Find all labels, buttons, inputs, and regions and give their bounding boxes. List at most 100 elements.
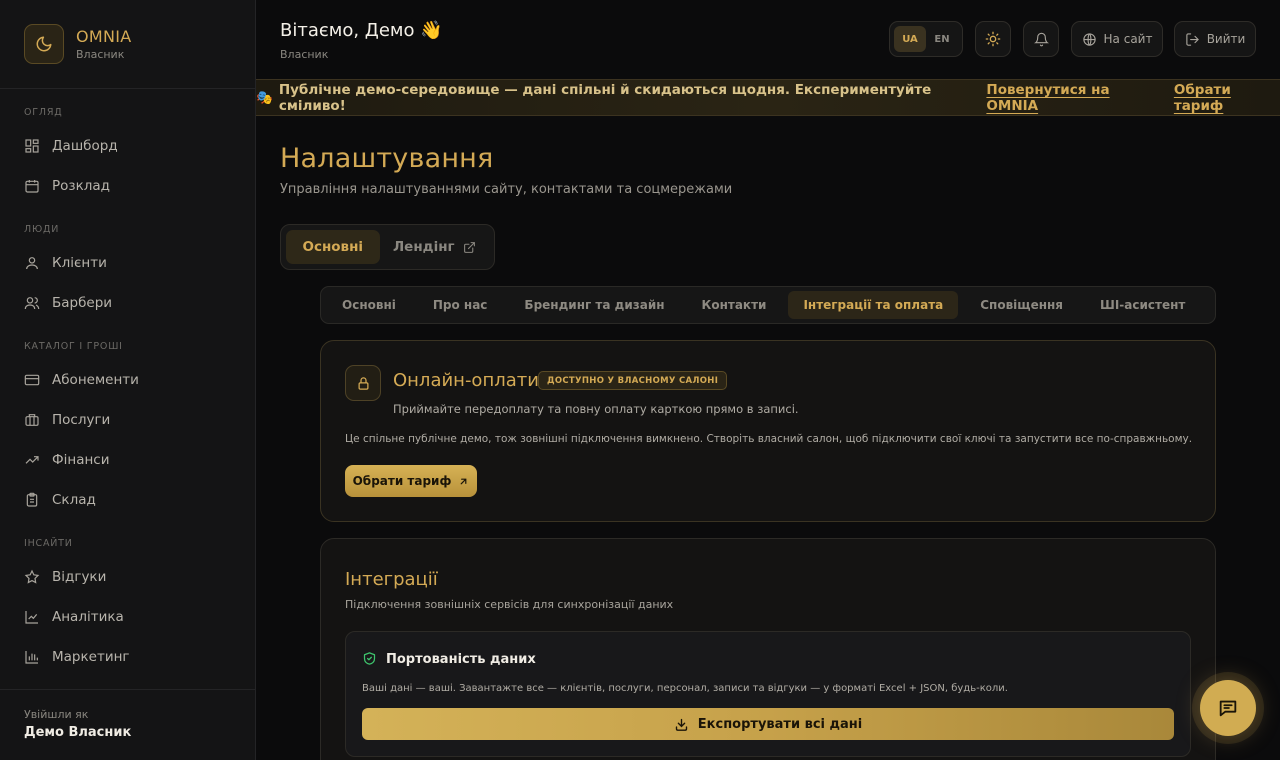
sidebar-item-schedule[interactable]: Розклад [14,168,242,204]
portability-description: Ваші дані — ваші. Завантажте все — клієн… [362,683,1008,694]
back-to-omnia-link[interactable]: Повернутися на OMNIA [986,82,1157,114]
card-description: Підключення зовнішніх сервісів для синхр… [345,598,674,611]
download-icon [675,718,687,731]
choose-plan-link[interactable]: Обрати тариф [1174,82,1280,114]
sidebar-item-subscriptions[interactable]: Абонементи [14,362,242,398]
wave-emoji: 👋 [420,20,443,41]
tab-main[interactable]: Основні [286,230,380,264]
star-icon [24,569,40,584]
theme-toggle-button[interactable] [975,21,1011,57]
bar-chart-icon [25,651,38,664]
online-payments-card: Онлайн-оплати ДОСТУПНО У ВЛАСНОМУ САЛОНІ… [320,340,1216,522]
logout-icon [1186,32,1199,46]
nav-section-overview: ОГЛЯД [24,107,63,118]
subtab-branding[interactable]: Брендинг та дизайн [509,291,679,319]
data-portability-panel: Портованість даних Ваші дані — ваші. Зав… [345,631,1191,757]
greeting: Вітаємо, Демо 👋 [280,20,443,41]
brand[interactable]: OMNIA Власник [0,0,255,89]
sidebar-item-label: Дашборд [52,138,118,154]
language-switch: UA EN [889,21,963,57]
masks-emoji: 🎭 [256,89,273,106]
sidebar-item-finance[interactable]: Фінанси [14,442,242,478]
sidebar-item-clients[interactable]: Клієнти [14,245,242,281]
moon-icon [24,24,64,64]
subtab-general[interactable]: Основні [327,291,411,319]
sidebar-item-label: Абонементи [52,372,139,388]
subtab-integrations[interactable]: Інтеграції та оплата [788,291,959,319]
choose-plan-label: Обрати тариф [352,474,452,488]
user-icon [26,257,38,270]
line-chart-icon [25,611,38,624]
top-header: Вітаємо, Демо 👋 Власник UA EN На сайт Ви… [256,0,1280,79]
nav-section-catalog: КАТАЛОГ І ГРОШІ [24,341,123,352]
brand-name: OMNIA [76,27,132,46]
integrations-card: Інтеграції Підключення зовнішніх сервісі… [320,538,1216,760]
brand-role: Власник [76,48,125,61]
card-title: Онлайн-оплати [393,370,539,391]
bell-icon [1033,32,1049,46]
to-site-button[interactable]: На сайт [1071,21,1163,57]
sidebar-item-warehouse[interactable]: Склад [14,482,242,518]
chat-button[interactable] [1200,680,1256,736]
globe-icon [1082,32,1096,46]
banner-text: Публічне демо-середовище — дані спільні … [278,81,932,114]
choose-plan-button[interactable]: Обрати тариф [345,465,477,497]
trend-icon [25,456,39,464]
sidebar-item-label: Клієнти [52,255,107,271]
sidebar: OMNIA Власник ОГЛЯД Дашборд Розклад ЛЮДИ… [0,0,256,760]
sidebar-item-barbers[interactable]: Барбери [14,285,242,321]
subtab-ai-assistant[interactable]: ШІ-асистент [1085,291,1200,319]
tab-landing-label: Лендінг [392,239,455,255]
calendar-icon [25,180,39,193]
sidebar-item-analytics[interactable]: Аналітика [14,599,242,635]
external-link-icon [463,241,475,253]
subtab-contacts[interactable]: Контакти [687,291,782,319]
sidebar-item-services[interactable]: Послуги [14,402,242,438]
sidebar-item-label: Послуги [52,412,111,428]
users-icon [24,297,40,310]
shield-check-icon [363,652,376,665]
availability-badge: ДОСТУПНО У ВЛАСНОМУ САЛОНІ [538,371,728,390]
sidebar-item-label: Аналітика [52,609,124,625]
dashboard-icon [25,139,39,153]
nav-section-people: ЛЮДИ [24,224,60,235]
lock-icon [345,365,381,401]
lang-en[interactable]: EN [926,26,958,52]
subtab-notifications[interactable]: Сповіщення [965,291,1078,319]
demo-note: Це спільне публічне демо, тож зовнішні п… [345,433,1193,445]
settings-top-tabs: Основні Лендінг [280,224,495,270]
logout-button[interactable]: Вийти [1174,21,1256,57]
tab-landing[interactable]: Лендінг [380,230,489,264]
export-all-data-button[interactable]: Експортувати всі дані [362,708,1174,740]
clipboard-icon [26,492,38,507]
sidebar-item-label: Відгуки [52,569,107,585]
card-description: Приймайте передоплату та повну оплату ка… [393,402,799,416]
card-title: Інтеграції [345,569,438,590]
signed-in-user: Демо Власник [24,725,132,740]
demo-banner: 🎭 Публічне демо-середовище — дані спільн… [256,79,1280,116]
sidebar-item-label: Фінанси [52,452,110,468]
sidebar-item-dashboard[interactable]: Дашборд [14,128,242,164]
to-site-label: На сайт [1103,32,1153,46]
settings-sub-tabs: Основні Про нас Брендинг та дизайн Конта… [320,286,1216,324]
sidebar-item-label: Маркетинг [52,649,130,665]
lang-ua[interactable]: UA [894,26,926,52]
subtab-about[interactable]: Про нас [418,291,503,319]
sidebar-item-label: Розклад [52,178,110,194]
logout-label: Вийти [1206,32,1246,46]
signed-in-as: Увійшли як Демо Власник [0,689,255,760]
portability-title: Портованість даних [386,652,536,667]
page-title: Налаштування [280,143,494,174]
sidebar-item-marketing[interactable]: Маркетинг [14,639,242,675]
notifications-button[interactable] [1023,21,1059,57]
sidebar-item-label: Барбери [52,295,113,311]
chat-icon [1219,700,1237,717]
export-label: Експортувати всі дані [697,716,863,732]
arrow-up-right-icon [460,478,467,484]
greeting-text: Вітаємо, Демо [280,20,415,41]
user-role: Власник [280,48,329,61]
sun-icon [985,31,1001,47]
sidebar-item-label: Склад [52,492,96,508]
sidebar-item-reviews[interactable]: Відгуки [14,559,242,595]
page-subtitle: Управління налаштуваннями сайту, контакт… [280,182,733,197]
